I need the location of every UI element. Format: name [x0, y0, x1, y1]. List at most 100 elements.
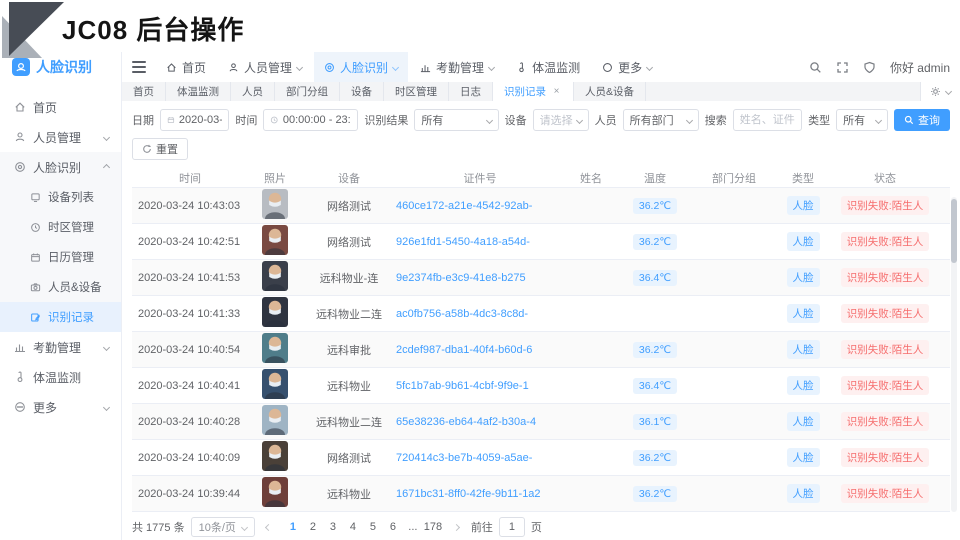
serial-link[interactable]: 5fc1b7ab-9b61-4cbf-9f9e-1 [396, 380, 564, 392]
tab[interactable]: 体温监测 [166, 82, 231, 101]
sidebar-item-calendar[interactable]: 日历管理 [0, 242, 121, 272]
photo-thumbnail[interactable] [262, 477, 288, 507]
chevron-down-icon [103, 343, 110, 350]
photo-thumbnail[interactable] [262, 333, 288, 363]
nav-item-face-recognition[interactable]: 人脸识别 [314, 52, 408, 82]
sidebar-item-more[interactable]: 更多 [0, 392, 121, 422]
tab[interactable]: 时区管理 [384, 82, 449, 101]
tab[interactable]: 人员 [231, 82, 275, 101]
page-number[interactable]: 4 [343, 521, 363, 533]
search-filter-label: 搜索 [705, 112, 727, 128]
jump-page-input[interactable] [499, 517, 525, 537]
photo-thumbnail[interactable] [262, 297, 288, 327]
serial-link[interactable]: 9e2374fb-e3c9-41e8-b275 [396, 272, 564, 284]
table-row: 2020-03-24 10:40:09 网络测试 720414c3-be7b-4… [132, 440, 950, 476]
photo-thumbnail[interactable] [262, 405, 288, 435]
tab[interactable]: 部门分组 [275, 82, 340, 101]
sidebar-item-temperature[interactable]: 体温监测 [0, 362, 121, 392]
search-icon[interactable] [809, 61, 822, 74]
vertical-scrollbar[interactable] [951, 197, 957, 512]
nav-item-attendance[interactable]: 考勤管理 [410, 52, 504, 82]
page-number[interactable]: 6 [383, 521, 403, 533]
title-bar: JC08 后台操作 [0, 0, 960, 52]
chevron-down-icon [646, 63, 653, 70]
photo-thumbnail[interactable] [262, 189, 288, 219]
sidebar-item-attendance[interactable]: 考勤管理 [0, 332, 121, 362]
query-button[interactable]: 查询 [894, 109, 950, 131]
sidebar-item-timezone[interactable]: 时区管理 [0, 212, 121, 242]
status-badge: 识别失败:陌生人 [841, 304, 929, 323]
tab[interactable]: 日志 [449, 82, 493, 101]
photo-thumbnail[interactable] [262, 441, 288, 471]
table-row: 2020-03-24 10:40:41 远科物业 5fc1b7ab-9b61-4… [132, 368, 950, 404]
sidebar-item-device-list[interactable]: 设备列表 [0, 182, 121, 212]
page-number[interactable]: 5 [363, 521, 383, 533]
result-filter-label: 识别结果 [364, 112, 408, 128]
sidebar-item-person-device[interactable]: 人员&设备 [0, 272, 121, 302]
next-page-button[interactable] [449, 525, 465, 530]
prev-page-button[interactable] [261, 525, 277, 530]
result-select[interactable]: 所有 [414, 109, 498, 131]
tab-settings-button[interactable] [920, 82, 960, 101]
photo-thumbnail[interactable] [262, 369, 288, 399]
date-input[interactable] [160, 109, 229, 131]
type-cell: 人脸 [776, 484, 830, 503]
department-select[interactable]: 所有部门 [623, 109, 699, 131]
search-input[interactable] [740, 114, 795, 126]
tab-label: 体温监测 [177, 84, 219, 99]
tab[interactable]: 设备 [340, 82, 384, 101]
temperature-cell: 36.4℃ [618, 378, 692, 394]
serial-link[interactable]: 926e1fd1-5450-4a18-a54d- [396, 236, 564, 248]
type-filter-label: 类型 [808, 112, 830, 128]
time-range-value[interactable] [283, 114, 352, 126]
type-cell: 人脸 [776, 448, 830, 467]
serial-link[interactable]: 1671bc31-8ff0-42fe-9b11-1a2 [396, 488, 564, 500]
page-number[interactable]: 2 [303, 521, 323, 533]
type-cell: 人脸 [776, 376, 830, 395]
sidebar-item-label: 人脸识别 [33, 159, 81, 176]
device-select[interactable]: 请选择 [533, 109, 589, 131]
device-filter-label: 设备 [505, 112, 527, 128]
page-number[interactable]: ... [403, 521, 423, 533]
date-value[interactable] [179, 114, 223, 126]
close-icon[interactable] [551, 86, 562, 97]
tab[interactable]: 人员&设备 [574, 82, 646, 101]
sidebar-item-label: 更多 [33, 399, 57, 416]
type-select[interactable]: 所有 [836, 109, 888, 131]
nav-item-personnel[interactable]: 人员管理 [218, 52, 312, 82]
photo-cell [248, 225, 302, 258]
nav-item-home[interactable]: 首页 [156, 52, 216, 82]
serial-link[interactable]: ac0fb756-a58b-4dc3-8c8d- [396, 308, 564, 320]
page-number[interactable]: 178 [423, 521, 443, 533]
fullscreen-icon[interactable] [836, 61, 849, 74]
reset-button[interactable]: 重置 [132, 138, 188, 160]
date-filter-label: 日期 [132, 112, 154, 128]
sidebar-item-personnel[interactable]: 人员管理 [0, 122, 121, 152]
status-cell: 识别失败:陌生人 [830, 448, 940, 467]
shield-icon[interactable] [863, 61, 876, 74]
sidebar-item-recognition-records[interactable]: 识别记录 [0, 302, 121, 332]
serial-link[interactable]: 65e38236-eb64-4af2-b30a-4 [396, 416, 564, 428]
page-number[interactable]: 3 [323, 521, 343, 533]
tab[interactable]: 识别记录 [493, 82, 574, 101]
tab-label: 人员&设备 [585, 84, 634, 99]
page-number[interactable]: 1 [283, 521, 303, 533]
nav-item-more[interactable]: 更多 [592, 52, 662, 82]
tab[interactable]: 首页 [122, 82, 166, 101]
photo-thumbnail[interactable] [262, 225, 288, 255]
user-greeting[interactable]: 你好 admin [890, 59, 950, 76]
scrollbar-thumb[interactable] [951, 199, 957, 263]
time-range-input[interactable] [263, 109, 358, 131]
serial-link[interactable]: 720414c3-be7b-4059-a5ae- [396, 452, 564, 464]
sidebar-item-face-recognition[interactable]: 人脸识别 [0, 152, 121, 182]
serial-link[interactable]: 460ce172-a21e-4542-92ab- [396, 200, 564, 212]
hamburger-menu-icon[interactable] [132, 61, 146, 73]
nav-item-temperature[interactable]: 体温监测 [506, 52, 590, 82]
table-row: 2020-03-24 10:39:44 远科物业 1671bc31-8ff0-4… [132, 476, 950, 512]
topnav-right-tools: 你好 admin [809, 59, 950, 76]
page-size-select[interactable]: 10条/页 [191, 517, 255, 537]
photo-thumbnail[interactable] [262, 261, 288, 291]
sidebar-item-home[interactable]: 首页 [0, 92, 121, 122]
serial-link[interactable]: 2cdef987-dba1-40f4-b60d-6 [396, 344, 564, 356]
record-icon [30, 312, 41, 323]
